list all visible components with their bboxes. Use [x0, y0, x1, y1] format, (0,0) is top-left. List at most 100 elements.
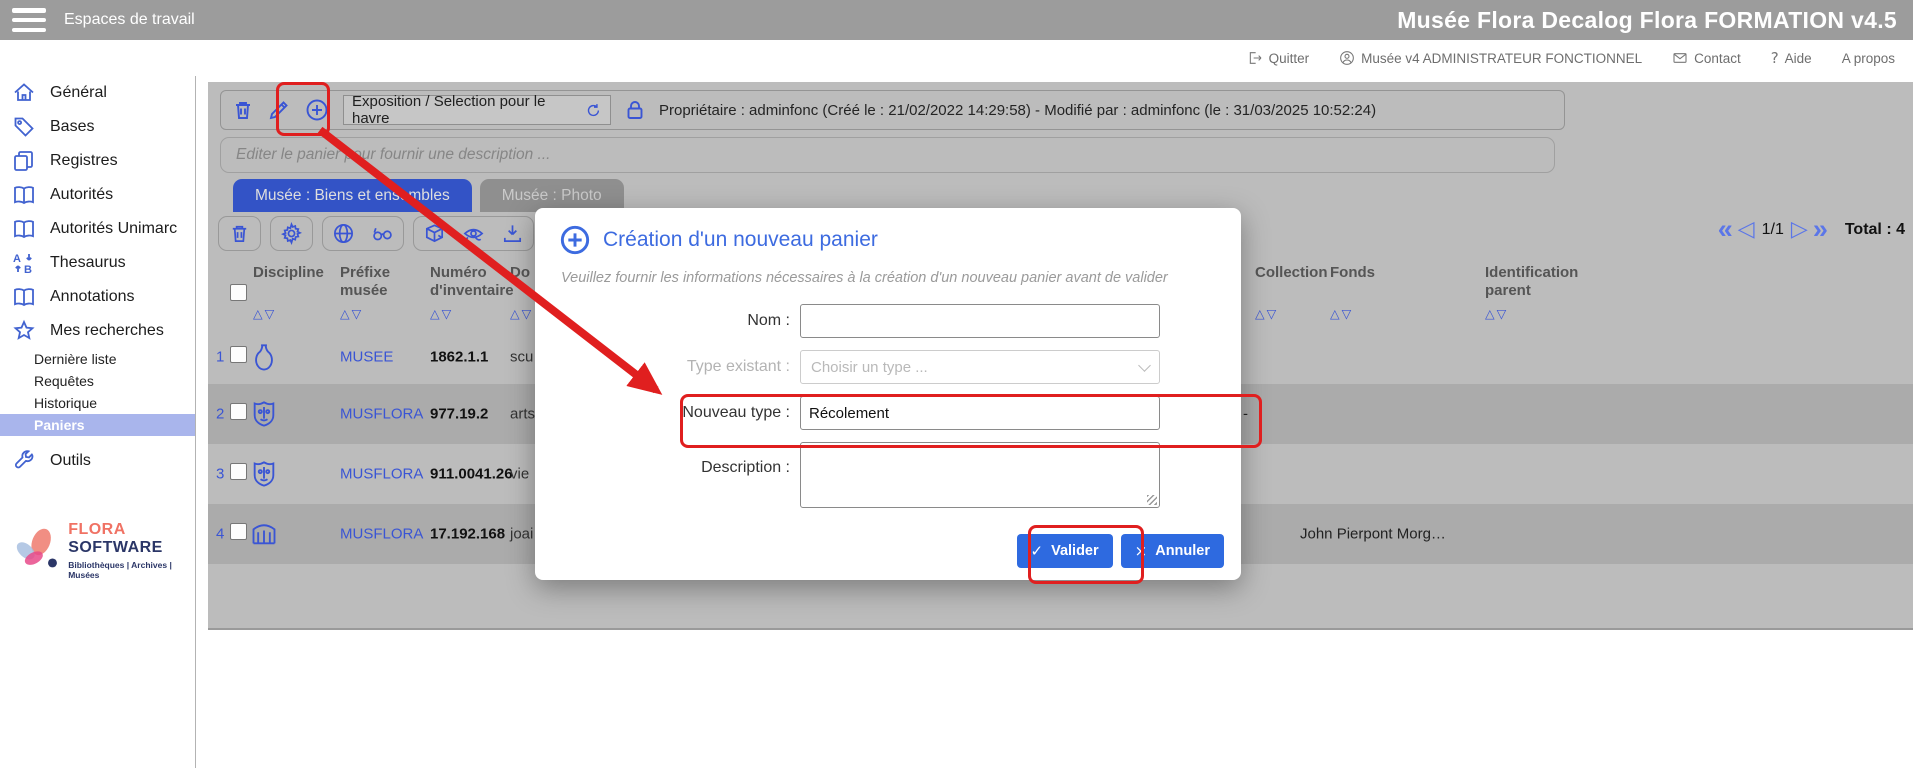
settings-button[interactable]: [270, 216, 313, 251]
sidebar-item-autorites[interactable]: Autorités: [0, 178, 195, 212]
owner-info: Propriétaire : adminfonc (Créé le : 21/0…: [659, 102, 1376, 119]
nom-label: Nom :: [535, 312, 790, 330]
hamburger-menu-icon[interactable]: [12, 8, 46, 32]
nom-input[interactable]: [800, 304, 1160, 338]
lock-icon[interactable]: [623, 98, 647, 122]
modal-buttons: ✓ Valider × Annuler: [1017, 534, 1225, 568]
tab-biens-et-ensembles[interactable]: Musée : Biens et ensembles: [233, 179, 472, 212]
publish-view-group: [322, 216, 404, 251]
row-checkbox[interactable]: [230, 523, 247, 540]
download-icon[interactable]: [501, 222, 524, 245]
user-account[interactable]: Musée v4 ADMINISTRATEUR FONCTIONNEL: [1339, 50, 1642, 66]
sort-alpha-icon: AB: [12, 251, 36, 275]
glasses-icon[interactable]: [371, 222, 394, 245]
top-header-bar: Espaces de travail Musée Flora Decalog F…: [0, 0, 1913, 40]
total-count: Total : 4: [1845, 221, 1905, 239]
sidebar-item-registres[interactable]: Registres: [0, 144, 195, 178]
row-checkbox[interactable]: [230, 403, 247, 420]
first-page-button[interactable]: «: [1718, 216, 1733, 243]
basket-select[interactable]: Exposition / Selection pour le havre: [343, 95, 611, 125]
aide-button[interactable]: ? Aide: [1771, 49, 1812, 67]
brand-software: SOFTWARE: [68, 539, 163, 556]
sort-collection[interactable]: △▽: [1255, 306, 1278, 321]
nouveau-type-input[interactable]: [800, 396, 1160, 430]
sort-discipline[interactable]: △▽: [253, 306, 276, 321]
mask-icon: [250, 400, 278, 428]
sidebar-item-autorites-unimarc[interactable]: Autorités Unimarc: [0, 212, 195, 246]
create-basket-modal: Création d'un nouveau panier Veuillez fo…: [535, 208, 1241, 580]
package-icon[interactable]: [423, 222, 446, 245]
delete-basket-icon[interactable]: [231, 98, 255, 122]
gear-icon: [280, 222, 303, 245]
record-link[interactable]: MUSFLORA: [340, 526, 423, 543]
row-number: 2: [216, 406, 224, 423]
user-icon: [1339, 50, 1355, 66]
globe-icon[interactable]: [332, 222, 355, 245]
eye-of-horus-icon[interactable]: [462, 222, 485, 245]
resize-grip[interactable]: [1147, 495, 1157, 505]
nouveau-type-label: Nouveau type :: [535, 404, 790, 422]
sort-domaine[interactable]: △▽: [510, 306, 533, 321]
flora-app: Espaces de travail Musée Flora Decalog F…: [0, 0, 1913, 768]
contact-button[interactable]: Contact: [1672, 50, 1741, 66]
row-checkbox[interactable]: [230, 346, 247, 363]
annuler-button[interactable]: × Annuler: [1121, 534, 1224, 568]
row-number: 3: [216, 466, 224, 483]
record-link[interactable]: MUSFLORA: [340, 406, 423, 423]
pagination: « ◁ 1/1 ▷ » Total : 4: [1718, 216, 1905, 243]
valider-button[interactable]: ✓ Valider: [1017, 534, 1113, 568]
trash-icon: [228, 222, 251, 245]
sidebar: Général Bases Registres Autorités Autori…: [0, 76, 196, 768]
refresh-icon[interactable]: [585, 102, 602, 119]
last-page-button[interactable]: »: [1813, 216, 1828, 243]
next-page-button[interactable]: ▷: [1791, 219, 1808, 241]
basket-toolbar: Exposition / Selection pour le havre Pro…: [220, 90, 1565, 130]
inventory-number: 977.19.2: [430, 406, 488, 423]
description-label: Description :: [535, 459, 790, 477]
sidebar-subitem-derniere-liste[interactable]: Dernière liste: [0, 348, 195, 370]
inventory-number: 911.0041.26: [430, 466, 513, 483]
sidebar-item-outils[interactable]: Outils: [0, 444, 195, 478]
description-textarea[interactable]: [800, 442, 1160, 508]
row-checkbox[interactable]: [230, 463, 247, 480]
record-link[interactable]: MUSFLORA: [340, 466, 423, 483]
basket-description[interactable]: Editer le panier pour fournir une descri…: [220, 137, 1555, 173]
brand-tagline: Bibliothèques | Archives | Musées: [68, 560, 195, 580]
sort-identification[interactable]: △▽: [1485, 306, 1508, 321]
sort-numero[interactable]: △▽: [430, 306, 453, 321]
sidebar-item-annotations[interactable]: Annotations: [0, 280, 195, 314]
add-basket-button[interactable]: [303, 96, 331, 124]
prev-page-button[interactable]: ◁: [1738, 219, 1755, 241]
sidebar-subitem-historique[interactable]: Historique: [0, 392, 195, 414]
quitter-button[interactable]: Quitter: [1247, 50, 1310, 66]
sort-fonds[interactable]: △▽: [1330, 306, 1353, 321]
sidebar-item-mes-recherches[interactable]: Mes recherches: [0, 314, 195, 348]
domain-cell: arts: [510, 406, 535, 423]
sidebar-item-thesaurus[interactable]: AB Thesaurus: [0, 246, 195, 280]
sidebar-subitem-paniers[interactable]: Paniers: [0, 414, 195, 436]
edit-basket-icon[interactable]: [267, 98, 291, 122]
sidebar-subitem-requetes[interactable]: Requêtes: [0, 370, 195, 392]
arch-icon: [250, 520, 278, 548]
row-number: 4: [216, 526, 224, 543]
apropos-button[interactable]: A propos: [1842, 51, 1895, 66]
sidebar-item-general[interactable]: Général: [0, 76, 195, 110]
select-all-checkbox[interactable]: [230, 284, 247, 301]
remove-records-button[interactable]: [218, 216, 261, 251]
sort-prefixe[interactable]: △▽: [340, 306, 363, 321]
record-link[interactable]: MUSEE: [340, 349, 393, 366]
col-fonds: Fonds: [1330, 264, 1390, 282]
app-title: Musée Flora Decalog Flora FORMATION v4.5: [1397, 7, 1897, 34]
page-indicator: 1/1: [1762, 221, 1784, 239]
workspace-label[interactable]: Espaces de travail: [64, 11, 195, 29]
inventory-number: 1862.1.1: [430, 349, 488, 366]
mask-icon: [250, 460, 278, 488]
sidebar-item-bases[interactable]: Bases: [0, 110, 195, 144]
collection-cell: -: [1243, 406, 1248, 423]
type-existant-select[interactable]: Choisir un type ...: [800, 350, 1160, 384]
flora-flower-icon: [12, 520, 62, 580]
copies-icon: [12, 149, 36, 173]
col-discipline: Discipline: [253, 264, 343, 282]
brand-flora: FLORA: [68, 521, 125, 538]
check-icon: ✓: [1031, 542, 1044, 560]
